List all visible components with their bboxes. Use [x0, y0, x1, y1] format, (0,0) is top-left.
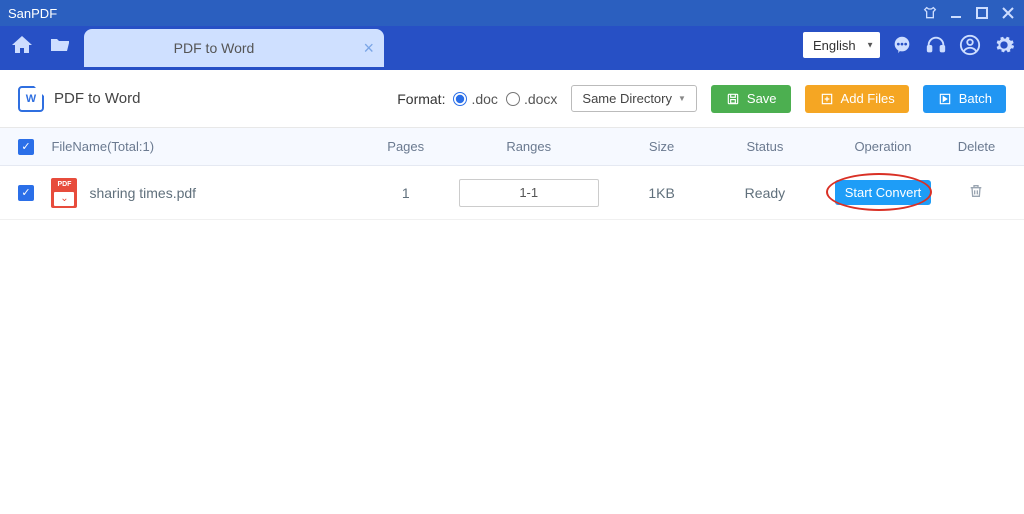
radio-doc[interactable] [453, 92, 467, 106]
add-icon [819, 91, 835, 107]
same-directory-button[interactable]: Same Directory [571, 85, 697, 112]
tab-label: PDF to Word [174, 40, 255, 56]
chat-icon[interactable] [890, 33, 914, 57]
batch-icon [937, 91, 953, 107]
action-bar: W PDF to Word Format: .doc .docx Same Di… [0, 70, 1024, 128]
add-files-button[interactable]: Add Files [805, 85, 909, 113]
format-label: Format: [397, 91, 445, 107]
start-convert-button[interactable]: Start Convert [835, 180, 932, 205]
save-button[interactable]: Save [711, 85, 791, 113]
pdf-file-icon: ⌄ [51, 178, 77, 208]
cell-pages: 1 [366, 185, 445, 201]
headset-icon[interactable] [924, 33, 948, 57]
format-radio-doc[interactable]: .doc [453, 91, 497, 107]
language-select[interactable]: English [803, 32, 880, 58]
open-folder-icon[interactable] [46, 31, 74, 59]
page-title-icon: W [18, 86, 44, 112]
user-icon[interactable] [958, 33, 982, 57]
header-delete: Delete [947, 139, 1006, 154]
app-title: SanPDF [8, 6, 922, 21]
format-group: Format: .doc .docx [397, 91, 557, 107]
header-ranges: Ranges [445, 139, 612, 154]
cell-size: 1KB [612, 185, 710, 201]
format-radio-docx[interactable]: .docx [506, 91, 557, 107]
language-select-wrap: English [803, 32, 880, 58]
file-name-text: sharing times.pdf [89, 185, 196, 201]
ranges-input[interactable] [459, 179, 599, 207]
maximize-icon[interactable] [974, 5, 990, 21]
cell-status: Ready [711, 185, 819, 201]
header-filename: FileName(Total:1) [51, 139, 366, 154]
tab-close-icon[interactable]: × [363, 39, 374, 57]
save-icon [725, 91, 741, 107]
header-operation: Operation [819, 139, 947, 154]
header-pages: Pages [366, 139, 445, 154]
delete-icon[interactable] [968, 183, 984, 199]
row-checkbox[interactable]: ✓ [18, 185, 34, 201]
tshirt-icon[interactable] [922, 5, 938, 21]
gear-icon[interactable] [992, 33, 1016, 57]
minimize-icon[interactable] [948, 5, 964, 21]
table-row: ✓ ⌄ sharing times.pdf 1 1KB Ready Start … [0, 166, 1024, 220]
batch-button[interactable]: Batch [923, 85, 1006, 113]
radio-docx[interactable] [506, 92, 520, 106]
tab-pdf-to-word[interactable]: PDF to Word × [84, 29, 384, 67]
header-size: Size [612, 139, 710, 154]
header-status: Status [711, 139, 819, 154]
close-icon[interactable] [1000, 5, 1016, 21]
table-header: ✓ FileName(Total:1) Pages Ranges Size St… [0, 128, 1024, 166]
toolbar: PDF to Word × English [0, 26, 1024, 70]
page-title: PDF to Word [54, 90, 140, 107]
select-all-checkbox[interactable]: ✓ [18, 139, 34, 155]
titlebar: SanPDF [0, 0, 1024, 26]
home-icon[interactable] [8, 31, 36, 59]
